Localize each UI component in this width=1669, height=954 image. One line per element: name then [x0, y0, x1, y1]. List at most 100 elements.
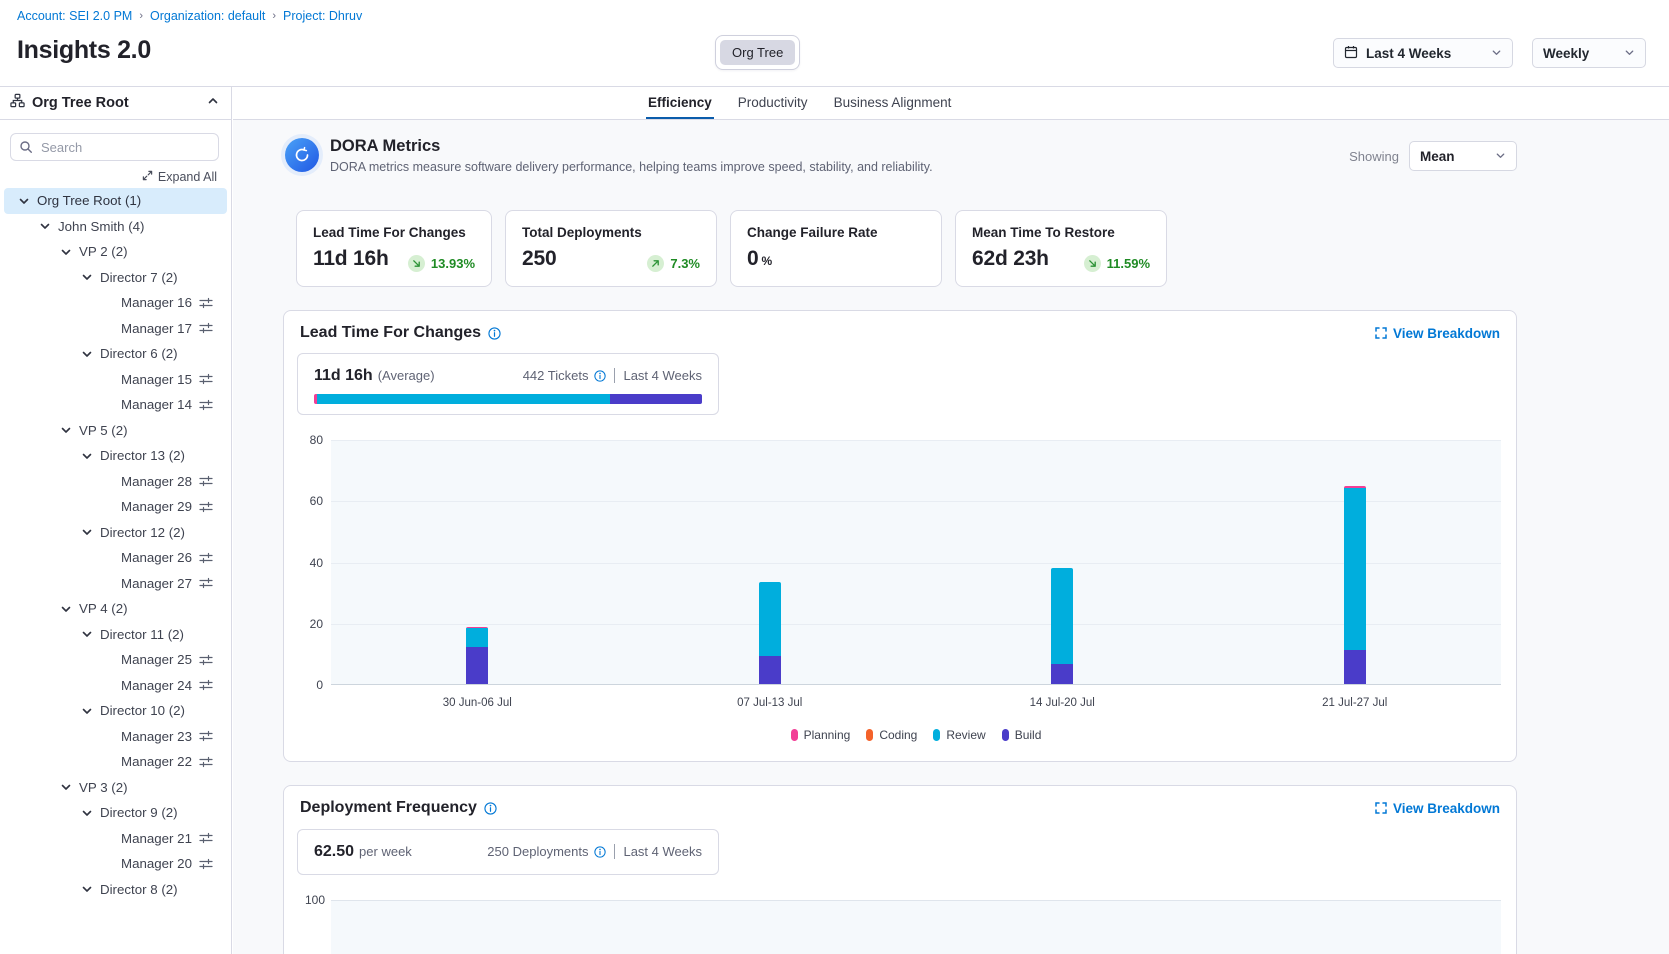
filter-sliders-icon[interactable]	[199, 653, 213, 667]
breadcrumb-account[interactable]: Account: SEI 2.0 PM	[17, 9, 132, 23]
tree-item-manager-15[interactable]: Manager 15	[4, 367, 227, 393]
chevron-down-icon[interactable]	[81, 883, 93, 895]
chevron-down-icon[interactable]	[39, 220, 51, 232]
tab-efficiency[interactable]: Efficiency	[646, 87, 714, 119]
tree-item-manager-20[interactable]: Manager 20	[4, 851, 227, 877]
tree-item-vp-4-2[interactable]: VP 4 (2)	[4, 596, 227, 622]
filter-sliders-icon[interactable]	[199, 474, 213, 488]
chevron-down-icon[interactable]	[81, 271, 93, 283]
chevron-down-icon[interactable]	[60, 246, 72, 258]
breadcrumb-organization[interactable]: Organization: default	[150, 9, 265, 23]
legend-label: Build	[1015, 728, 1042, 742]
tree-item-manager-17[interactable]: Manager 17	[4, 316, 227, 342]
tree-item-manager-25[interactable]: Manager 25	[4, 647, 227, 673]
legend-item-build[interactable]: Build	[1002, 728, 1042, 742]
chevron-down-icon[interactable]	[60, 603, 72, 615]
filter-sliders-icon[interactable]	[199, 500, 213, 514]
chevron-down-icon[interactable]	[60, 424, 72, 436]
bar-segment-build	[466, 647, 488, 684]
tree-item-label: Manager 20	[121, 856, 192, 871]
tree-item-director-9-2[interactable]: Director 9 (2)	[4, 800, 227, 826]
tree-item-vp-3-2[interactable]: VP 3 (2)	[4, 775, 227, 801]
tree-item-director-6-2[interactable]: Director 6 (2)	[4, 341, 227, 367]
tree-item-director-12-2[interactable]: Director 12 (2)	[4, 520, 227, 546]
expand-all-button[interactable]: Expand All	[0, 170, 217, 184]
tree-item-manager-27[interactable]: Manager 27	[4, 571, 227, 597]
metric-label: Lead Time For Changes	[313, 225, 475, 240]
metric-value: 0%	[747, 247, 925, 271]
stacked-bar-21-jul-27-jul[interactable]	[1344, 486, 1366, 684]
tree-item-label: Director 6 (2)	[100, 346, 178, 361]
view-breakdown-link[interactable]: View Breakdown	[1375, 801, 1500, 816]
filter-sliders-icon[interactable]	[199, 831, 213, 845]
filter-sliders-icon[interactable]	[199, 398, 213, 412]
legend-item-planning[interactable]: Planning	[791, 728, 851, 742]
chart-y-tick: 80	[289, 433, 323, 447]
stacked-bar-07-jul-13-jul[interactable]	[759, 582, 781, 684]
breadcrumb-separator: ›	[139, 10, 143, 22]
filter-sliders-icon[interactable]	[199, 678, 213, 692]
breadcrumb-project[interactable]: Project: Dhruv	[283, 9, 362, 23]
chevron-down-icon[interactable]	[81, 526, 93, 538]
granularity-select[interactable]: Weekly	[1532, 38, 1646, 68]
filter-sliders-icon[interactable]	[199, 551, 213, 565]
filter-sliders-icon[interactable]	[199, 857, 213, 871]
tree-item-director-7-2[interactable]: Director 7 (2)	[4, 265, 227, 291]
chevron-down-icon[interactable]	[18, 195, 30, 207]
filter-sliders-icon[interactable]	[199, 372, 213, 386]
tree-item-manager-24[interactable]: Manager 24	[4, 673, 227, 699]
chevron-down-icon[interactable]	[81, 450, 93, 462]
date-range-select[interactable]: Last 4 Weeks	[1333, 38, 1513, 68]
trend-down-icon	[1084, 255, 1101, 272]
tree-item-manager-26[interactable]: Manager 26	[4, 545, 227, 571]
search-input[interactable]	[10, 133, 219, 161]
chevron-up-icon[interactable]	[207, 94, 219, 112]
tree-item-manager-28[interactable]: Manager 28	[4, 469, 227, 495]
tab-business-alignment[interactable]: Business Alignment	[832, 87, 954, 119]
legend-item-review[interactable]: Review	[933, 728, 985, 742]
filter-sliders-icon[interactable]	[199, 576, 213, 590]
org-tree-toggle-button[interactable]: Org Tree	[720, 40, 795, 65]
stacked-bar-30-jun-06-jul[interactable]	[466, 627, 488, 684]
chevron-down-icon[interactable]	[60, 781, 72, 793]
chevron-down-icon[interactable]	[81, 705, 93, 717]
legend-label: Review	[946, 728, 985, 742]
tree-item-vp-2-2[interactable]: VP 2 (2)	[4, 239, 227, 265]
filter-sliders-icon[interactable]	[199, 296, 213, 310]
info-icon[interactable]	[594, 846, 606, 858]
tree-item-manager-14[interactable]: Manager 14	[4, 392, 227, 418]
tab-productivity[interactable]: Productivity	[736, 87, 810, 119]
metric-card-change-failure-rate: Change Failure Rate 0%	[730, 210, 942, 287]
tree-item-director-11-2[interactable]: Director 11 (2)	[4, 622, 227, 648]
tree-item-manager-23[interactable]: Manager 23	[4, 724, 227, 750]
info-icon[interactable]	[484, 802, 497, 815]
tree-item-director-10-2[interactable]: Director 10 (2)	[4, 698, 227, 724]
deployment-summary: 62.50 per week 250 Deployments Last 4 We…	[297, 829, 719, 875]
chevron-down-icon[interactable]	[81, 348, 93, 360]
showing-select[interactable]: Mean	[1409, 141, 1517, 171]
tree-item-director-13-2[interactable]: Director 13 (2)	[4, 443, 227, 469]
tree-item-label: Manager 16	[121, 295, 192, 310]
filter-sliders-icon[interactable]	[199, 755, 213, 769]
chart-x-tick: 14 Jul-20 Jul	[1030, 697, 1095, 709]
tree-item-manager-21[interactable]: Manager 21	[4, 826, 227, 852]
stacked-bar-14-jul-20-jul[interactable]	[1051, 568, 1073, 684]
tree-item-manager-16[interactable]: Manager 16	[4, 290, 227, 316]
tree-item-director-8-2[interactable]: Director 8 (2)	[4, 877, 227, 903]
tree-item-label: Director 12 (2)	[100, 525, 185, 540]
filter-sliders-icon[interactable]	[199, 321, 213, 335]
tree-item-manager-29[interactable]: Manager 29	[4, 494, 227, 520]
section-header: Deployment Frequency View Breakdown	[284, 786, 1516, 817]
expand-icon	[142, 170, 153, 184]
chevron-down-icon[interactable]	[81, 628, 93, 640]
org-tree-list: Org Tree Root (1)John Smith (4)VP 2 (2)D…	[0, 188, 231, 902]
tree-item-org-tree-root-1[interactable]: Org Tree Root (1)	[4, 188, 227, 214]
tree-item-john-smith-4[interactable]: John Smith (4)	[4, 214, 227, 240]
granularity-value: Weekly	[1543, 46, 1589, 61]
tree-item-vp-5-2[interactable]: VP 5 (2)	[4, 418, 227, 444]
chart-y-tick: 100	[297, 893, 325, 907]
chevron-down-icon[interactable]	[81, 807, 93, 819]
legend-item-coding[interactable]: Coding	[866, 728, 917, 742]
tree-item-manager-22[interactable]: Manager 22	[4, 749, 227, 775]
filter-sliders-icon[interactable]	[199, 729, 213, 743]
